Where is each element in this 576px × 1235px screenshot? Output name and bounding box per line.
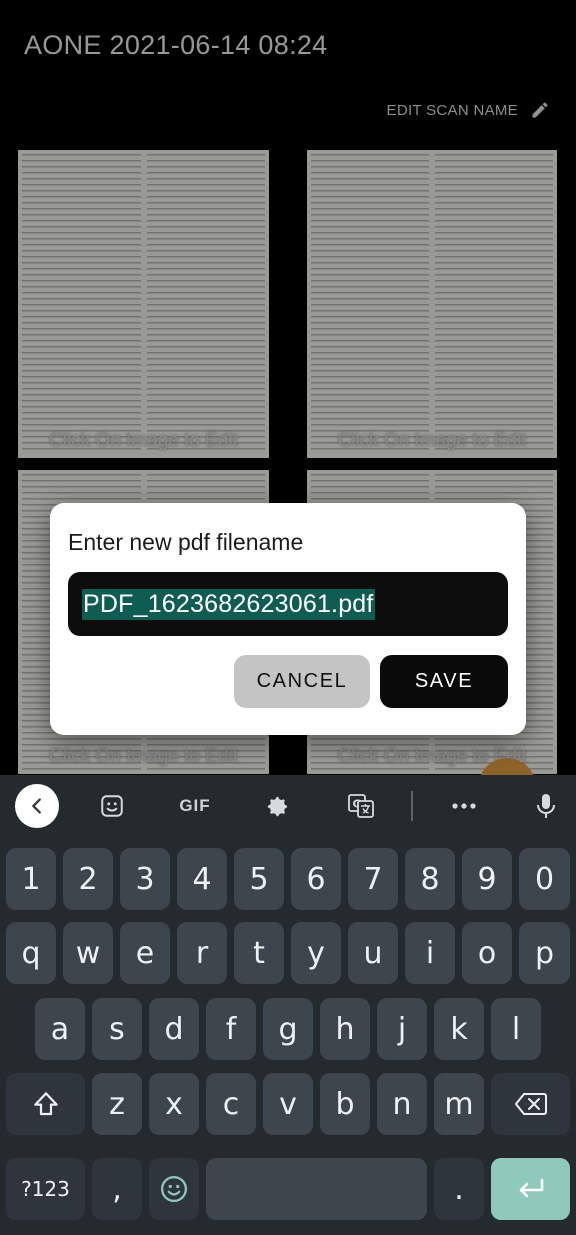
key-v[interactable]: v bbox=[263, 1073, 313, 1135]
key-s[interactable]: s bbox=[92, 998, 142, 1060]
rename-pdf-dialog: Enter new pdf filename PDF_1623682623061… bbox=[50, 503, 526, 735]
key-x[interactable]: x bbox=[149, 1073, 199, 1135]
gif-button[interactable]: GIF bbox=[170, 784, 220, 828]
filename-input[interactable]: PDF_1623682623061.pdf bbox=[68, 572, 508, 636]
comma-key[interactable]: , bbox=[92, 1158, 142, 1220]
key-t[interactable]: t bbox=[234, 922, 284, 984]
shift-key[interactable] bbox=[6, 1073, 85, 1135]
key-p[interactable]: p bbox=[519, 922, 570, 984]
sticker-icon[interactable] bbox=[90, 784, 134, 828]
filename-value: PDF_1623682623061.pdf bbox=[82, 588, 375, 620]
gif-label: GIF bbox=[179, 796, 211, 815]
key-2[interactable]: 2 bbox=[63, 848, 113, 910]
soft-keyboard: GIF G 1 2 3 4 5 6 7 8 9 0 q w e r t y u … bbox=[0, 775, 576, 1235]
shift-icon bbox=[33, 1092, 58, 1116]
key-0[interactable]: 0 bbox=[519, 848, 570, 910]
key-r[interactable]: r bbox=[177, 922, 227, 984]
space-key[interactable] bbox=[206, 1158, 427, 1220]
key-q[interactable]: q bbox=[6, 922, 56, 984]
emoji-key[interactable] bbox=[149, 1158, 199, 1220]
key-k[interactable]: k bbox=[434, 998, 484, 1060]
key-n[interactable]: n bbox=[377, 1073, 427, 1135]
key-y[interactable]: y bbox=[291, 922, 341, 984]
key-7[interactable]: 7 bbox=[348, 848, 398, 910]
key-d[interactable]: d bbox=[149, 998, 199, 1060]
enter-icon bbox=[519, 1178, 543, 1198]
key-4[interactable]: 4 bbox=[177, 848, 227, 910]
key-6[interactable]: 6 bbox=[291, 848, 341, 910]
backspace-key[interactable] bbox=[491, 1073, 570, 1135]
translate-icon[interactable]: G bbox=[338, 784, 384, 828]
key-1[interactable]: 1 bbox=[6, 848, 56, 910]
enter-key[interactable] bbox=[491, 1158, 570, 1220]
key-f[interactable]: f bbox=[206, 998, 256, 1060]
key-l[interactable]: l bbox=[491, 998, 541, 1060]
key-z[interactable]: z bbox=[92, 1073, 142, 1135]
key-8[interactable]: 8 bbox=[405, 848, 455, 910]
key-g[interactable]: g bbox=[263, 998, 313, 1060]
key-c[interactable]: c bbox=[206, 1073, 256, 1135]
cancel-button[interactable]: CANCEL bbox=[234, 655, 370, 708]
key-m[interactable]: m bbox=[434, 1073, 484, 1135]
keyboard-toolbar: GIF G bbox=[0, 775, 576, 837]
key-a[interactable]: a bbox=[35, 998, 85, 1060]
key-o[interactable]: o bbox=[462, 922, 512, 984]
dialog-title: Enter new pdf filename bbox=[68, 529, 304, 555]
key-b[interactable]: b bbox=[320, 1073, 370, 1135]
key-h[interactable]: h bbox=[320, 998, 370, 1060]
back-chevron-icon[interactable] bbox=[15, 784, 59, 828]
key-5[interactable]: 5 bbox=[234, 848, 284, 910]
mic-icon[interactable] bbox=[524, 784, 568, 828]
gear-icon[interactable] bbox=[256, 784, 300, 828]
key-u[interactable]: u bbox=[348, 922, 398, 984]
key-3[interactable]: 3 bbox=[120, 848, 170, 910]
backspace-icon bbox=[514, 1093, 547, 1115]
key-i[interactable]: i bbox=[405, 922, 455, 984]
save-button[interactable]: SAVE bbox=[380, 655, 508, 708]
period-key[interactable]: . bbox=[434, 1158, 484, 1220]
key-9[interactable]: 9 bbox=[462, 848, 512, 910]
symbols-key[interactable]: ?123 bbox=[6, 1158, 85, 1220]
more-icon[interactable] bbox=[442, 784, 486, 828]
key-j[interactable]: j bbox=[377, 998, 427, 1060]
toolbar-divider bbox=[411, 791, 413, 821]
key-e[interactable]: e bbox=[120, 922, 170, 984]
key-w[interactable]: w bbox=[63, 922, 113, 984]
emoji-icon bbox=[161, 1176, 187, 1202]
